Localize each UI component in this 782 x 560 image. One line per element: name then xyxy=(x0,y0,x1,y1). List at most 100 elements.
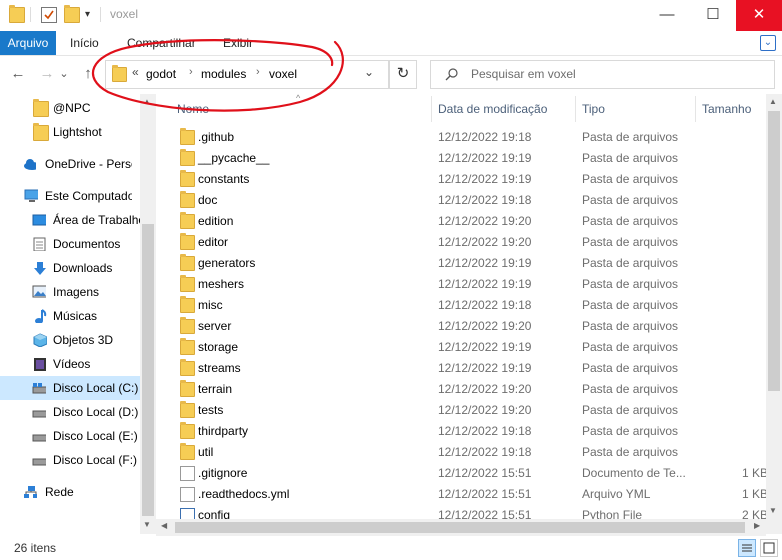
list-item[interactable]: server 12/12/2022 19:20 Pasta de arquivos xyxy=(170,316,770,337)
scroll-down-arrow-icon[interactable]: ▼ xyxy=(769,506,777,515)
scroll-down-arrow-icon[interactable]: ▼ xyxy=(143,520,151,529)
file-type: Pasta de arquivos xyxy=(582,193,679,207)
status-bar xyxy=(0,536,782,560)
sidebar-item-este-computador[interactable]: Este Computador xyxy=(0,184,140,208)
sidebar-item-label: Vídeos xyxy=(53,357,91,371)
folder-icon xyxy=(180,254,195,271)
scroll-up-arrow-icon[interactable]: ▲ xyxy=(143,97,151,106)
list-item[interactable]: terrain 12/12/2022 19:20 Pasta de arquivos xyxy=(170,379,770,400)
sidebar-item-rede[interactable]: Rede xyxy=(0,480,140,504)
list-item[interactable]: thirdparty 12/12/2022 19:18 Pasta de arqui… xyxy=(170,421,770,442)
sidebar-item-npc[interactable]: @NPC xyxy=(0,96,140,120)
close-button[interactable]: ✕ xyxy=(736,0,782,31)
list-item[interactable]: misc 12/12/2022 19:18 Pasta de arquivos xyxy=(170,295,770,316)
list-item[interactable]: .readthedocs.yml 12/12/2022 15:51 Arquivo … xyxy=(170,484,770,505)
title-divider xyxy=(100,7,101,22)
list-item[interactable]: meshers 12/12/2022 19:19 Pasta de arquivos xyxy=(170,274,770,295)
search-box[interactable]: Pesquisar em voxel xyxy=(430,60,775,89)
sidebar-item-imagens[interactable]: Imagens xyxy=(0,280,140,304)
breadcrumb-overflow[interactable]: « xyxy=(132,65,139,79)
refresh-button[interactable]: ↻ xyxy=(389,60,417,89)
list-item[interactable]: tests 12/12/2022 19:20 Pasta de arquivos xyxy=(170,400,770,421)
file-type: Pasta de arquivos xyxy=(582,403,679,417)
list-item[interactable]: __pycache__ 12/12/2022 19:19 Pasta de arqu… xyxy=(170,148,770,169)
address-bar[interactable]: « godot › modules › voxel ⌄ xyxy=(105,60,389,89)
file-type: Pasta de arquivos xyxy=(582,235,679,249)
large-icons-view-button[interactable] xyxy=(760,539,778,557)
file-date: 12/12/2022 15:51 xyxy=(438,487,532,501)
column-header-date[interactable]: Data de modificação xyxy=(438,96,547,122)
breadcrumb-separator[interactable]: › xyxy=(256,66,260,78)
file-name: server xyxy=(198,319,232,333)
file-date: 12/12/2022 19:20 xyxy=(438,214,532,228)
sidebar-item-musicas[interactable]: Músicas xyxy=(0,304,140,328)
column-divider[interactable] xyxy=(431,96,432,122)
list-item[interactable]: editor 12/12/2022 19:20 Pasta de arquivos xyxy=(170,232,770,253)
sidebar-item-disco-c[interactable]: Disco Local (C:) xyxy=(0,376,140,400)
sidebar-item-disco-e[interactable]: Disco Local (E:) xyxy=(0,424,140,448)
list-item[interactable]: doc 12/12/2022 19:18 Pasta de arquivos xyxy=(170,190,770,211)
forward-button[interactable]: → xyxy=(36,62,58,86)
file-name: misc xyxy=(198,298,223,312)
recent-locations-button[interactable]: ⌄ xyxy=(58,62,70,86)
column-header-size[interactable]: Tamanho xyxy=(702,96,751,122)
scroll-right-arrow-icon[interactable]: ▶ xyxy=(754,521,760,530)
sidebar-item-downloads[interactable]: Downloads xyxy=(0,256,140,280)
column-header-name[interactable]: Nome xyxy=(177,96,209,122)
breadcrumb-godot[interactable]: godot xyxy=(146,67,176,81)
sidebar-item-videos[interactable]: Vídeos xyxy=(0,352,140,376)
tab-exibir[interactable]: Exibir xyxy=(223,31,253,55)
list-item[interactable]: .gitignore 12/12/2022 15:51 Documento de T… xyxy=(170,463,770,484)
column-divider[interactable] xyxy=(695,96,696,122)
folder-icon xyxy=(180,380,195,397)
expand-ribbon-button[interactable]: ⌄ xyxy=(760,35,776,51)
tab-inicio[interactable]: Início xyxy=(70,31,99,55)
sidebar-item-area-de-trabalho[interactable]: Área de Trabalho xyxy=(0,208,140,232)
address-dropdown-button[interactable]: ⌄ xyxy=(364,65,374,79)
sidebar-item-label: Área de Trabalho xyxy=(53,213,140,227)
details-view-button[interactable] xyxy=(738,539,756,557)
scroll-left-arrow-icon[interactable]: ◀ xyxy=(161,521,167,530)
quick-access-dropdown-icon[interactable]: ▾ xyxy=(85,9,90,20)
list-item[interactable]: storage 12/12/2022 19:19 Pasta de arquivos xyxy=(170,337,770,358)
breadcrumb-voxel[interactable]: voxel xyxy=(269,67,297,81)
pictures-icon xyxy=(32,285,46,298)
list-item[interactable]: generators 12/12/2022 19:19 Pasta de arqui… xyxy=(170,253,770,274)
drive-icon xyxy=(32,383,46,394)
sidebar-item-label: Imagens xyxy=(53,285,100,299)
scroll-up-arrow-icon[interactable]: ▲ xyxy=(769,97,777,106)
breadcrumb-separator[interactable]: › xyxy=(189,66,193,78)
sidebar-item-onedrive[interactable]: OneDrive - Personal xyxy=(0,152,140,176)
properties-icon[interactable] xyxy=(41,7,57,23)
list-item[interactable]: edition 12/12/2022 19:20 Pasta de arquivos xyxy=(170,211,770,232)
tab-compartilhar[interactable]: Compartilhar xyxy=(127,31,196,55)
list-item[interactable]: .github 12/12/2022 19:18 Pasta de arquivos xyxy=(170,127,770,148)
sidebar-item-disco-f[interactable]: Disco Local (F:) xyxy=(0,448,140,472)
list-item[interactable]: config 12/12/2022 15:51 Python File 2 KB xyxy=(170,505,770,519)
sidebar-item-disco-d[interactable]: Disco Local (D:) xyxy=(0,400,140,424)
maximize-button[interactable]: ☐ xyxy=(690,0,736,31)
new-folder-icon[interactable] xyxy=(64,5,80,23)
file-name: __pycache__ xyxy=(198,151,270,165)
up-button[interactable]: ↑ xyxy=(77,62,99,86)
sidebar-item-documentos[interactable]: Documentos xyxy=(0,232,140,256)
onedrive-icon xyxy=(24,159,36,170)
list-item[interactable]: streams 12/12/2022 19:19 Pasta de arquivos xyxy=(170,358,770,379)
file-type: Pasta de arquivos xyxy=(582,256,679,270)
horizontal-scrollbar-thumb[interactable] xyxy=(175,522,745,533)
breadcrumb-modules[interactable]: modules xyxy=(201,67,246,81)
column-divider[interactable] xyxy=(575,96,576,122)
list-item[interactable]: constants 12/12/2022 19:19 Pasta de arquiv… xyxy=(170,169,770,190)
column-header-type[interactable]: Tipo xyxy=(582,96,605,122)
list-item[interactable]: util 12/12/2022 19:18 Pasta de arquivos xyxy=(170,442,770,463)
back-button[interactable]: ← xyxy=(7,62,29,86)
sidebar-item-objetos-3d[interactable]: Objetos 3D xyxy=(0,328,140,352)
sidebar-scrollbar-thumb[interactable] xyxy=(142,224,154,516)
sidebar-item-lightshot[interactable]: Lightshot xyxy=(0,120,140,144)
search-input[interactable]: Pesquisar em voxel xyxy=(471,67,576,81)
tab-arquivo[interactable]: Arquivo xyxy=(0,31,56,55)
sidebar-item-label: Este Computador xyxy=(45,189,132,203)
file-list-scrollbar-thumb[interactable] xyxy=(768,111,780,391)
file-name: constants xyxy=(198,172,250,186)
minimize-button[interactable]: — xyxy=(644,0,690,31)
